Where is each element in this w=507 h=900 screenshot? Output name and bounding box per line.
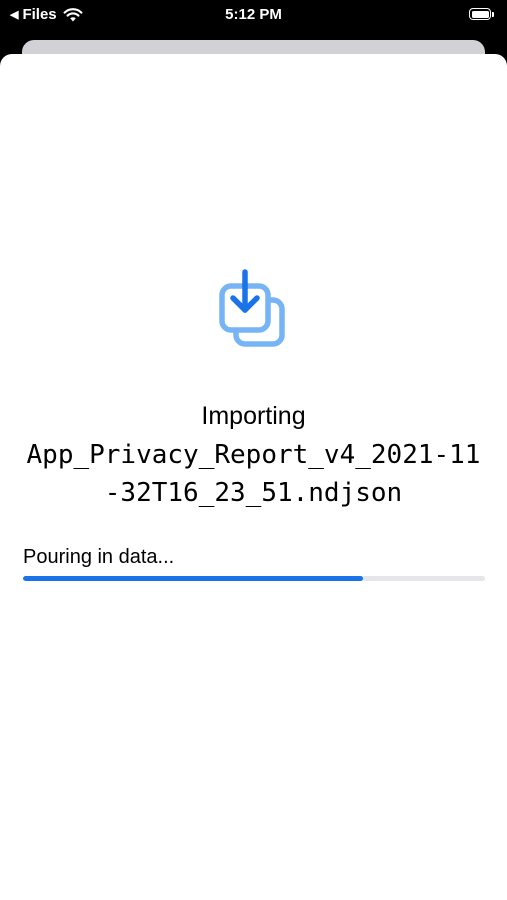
importing-title: Importing xyxy=(201,402,306,430)
import-file-name: App_Privacy_Report_v4_2021-11-32T16_23_5… xyxy=(26,440,481,508)
battery-full-icon xyxy=(469,7,495,21)
progress-bar xyxy=(23,576,485,581)
progress-bar-fill xyxy=(23,576,363,581)
progress-label: Pouring in data... xyxy=(23,546,175,568)
status-bar: ◀ Files 5:12 PM xyxy=(0,0,507,32)
status-time: 5:12 PM xyxy=(225,6,282,23)
import-tray-arrow-icon xyxy=(219,269,285,347)
